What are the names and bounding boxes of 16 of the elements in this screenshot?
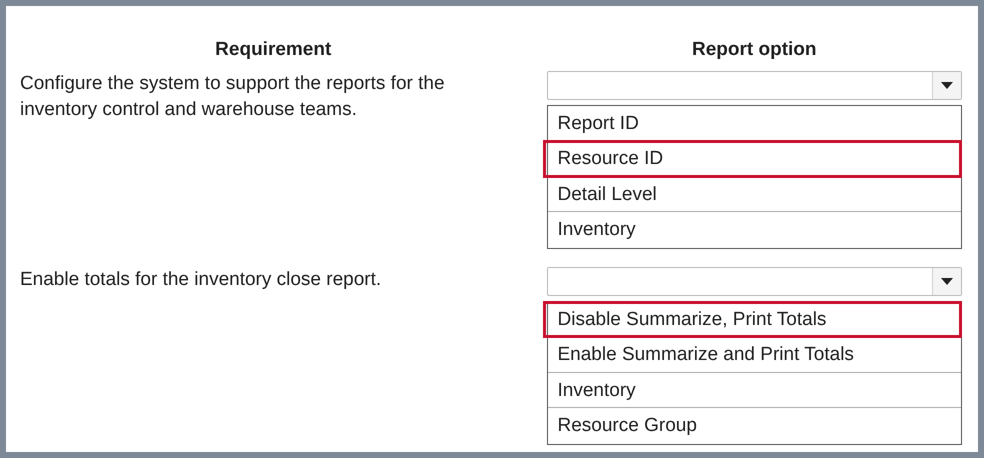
requirement-text: Configure the system to support the reports for the inventory control and warehouse teams.	[20, 72, 446, 122]
column-heading: Requirement	[214, 38, 332, 62]
dropdown-option[interactable]: Report ID	[548, 106, 961, 141]
dropdown-arrow-icon	[941, 278, 953, 284]
dropdown-arrow-icon	[941, 82, 953, 88]
dropdown-option[interactable]: Inventory	[548, 212, 961, 248]
dropdown-option[interactable]: Resource Group	[548, 408, 961, 444]
dropdown-option[interactable]: Resource ID	[544, 141, 961, 176]
dropdown-option[interactable]: Detail Level	[548, 176, 961, 212]
dropdown-option[interactable]: Enable Summarize and Print Totals	[548, 337, 961, 372]
requirement-text: Enable totals for the inventory close report.	[20, 268, 382, 292]
dropdown-option[interactable]: Disable Summarize, Print Totals	[544, 302, 961, 337]
column-heading: Report option	[690, 38, 818, 62]
dropdown[interactable]	[546, 70, 962, 100]
dropdown[interactable]	[546, 266, 962, 296]
dropdown-option[interactable]: Inventory	[548, 372, 961, 408]
